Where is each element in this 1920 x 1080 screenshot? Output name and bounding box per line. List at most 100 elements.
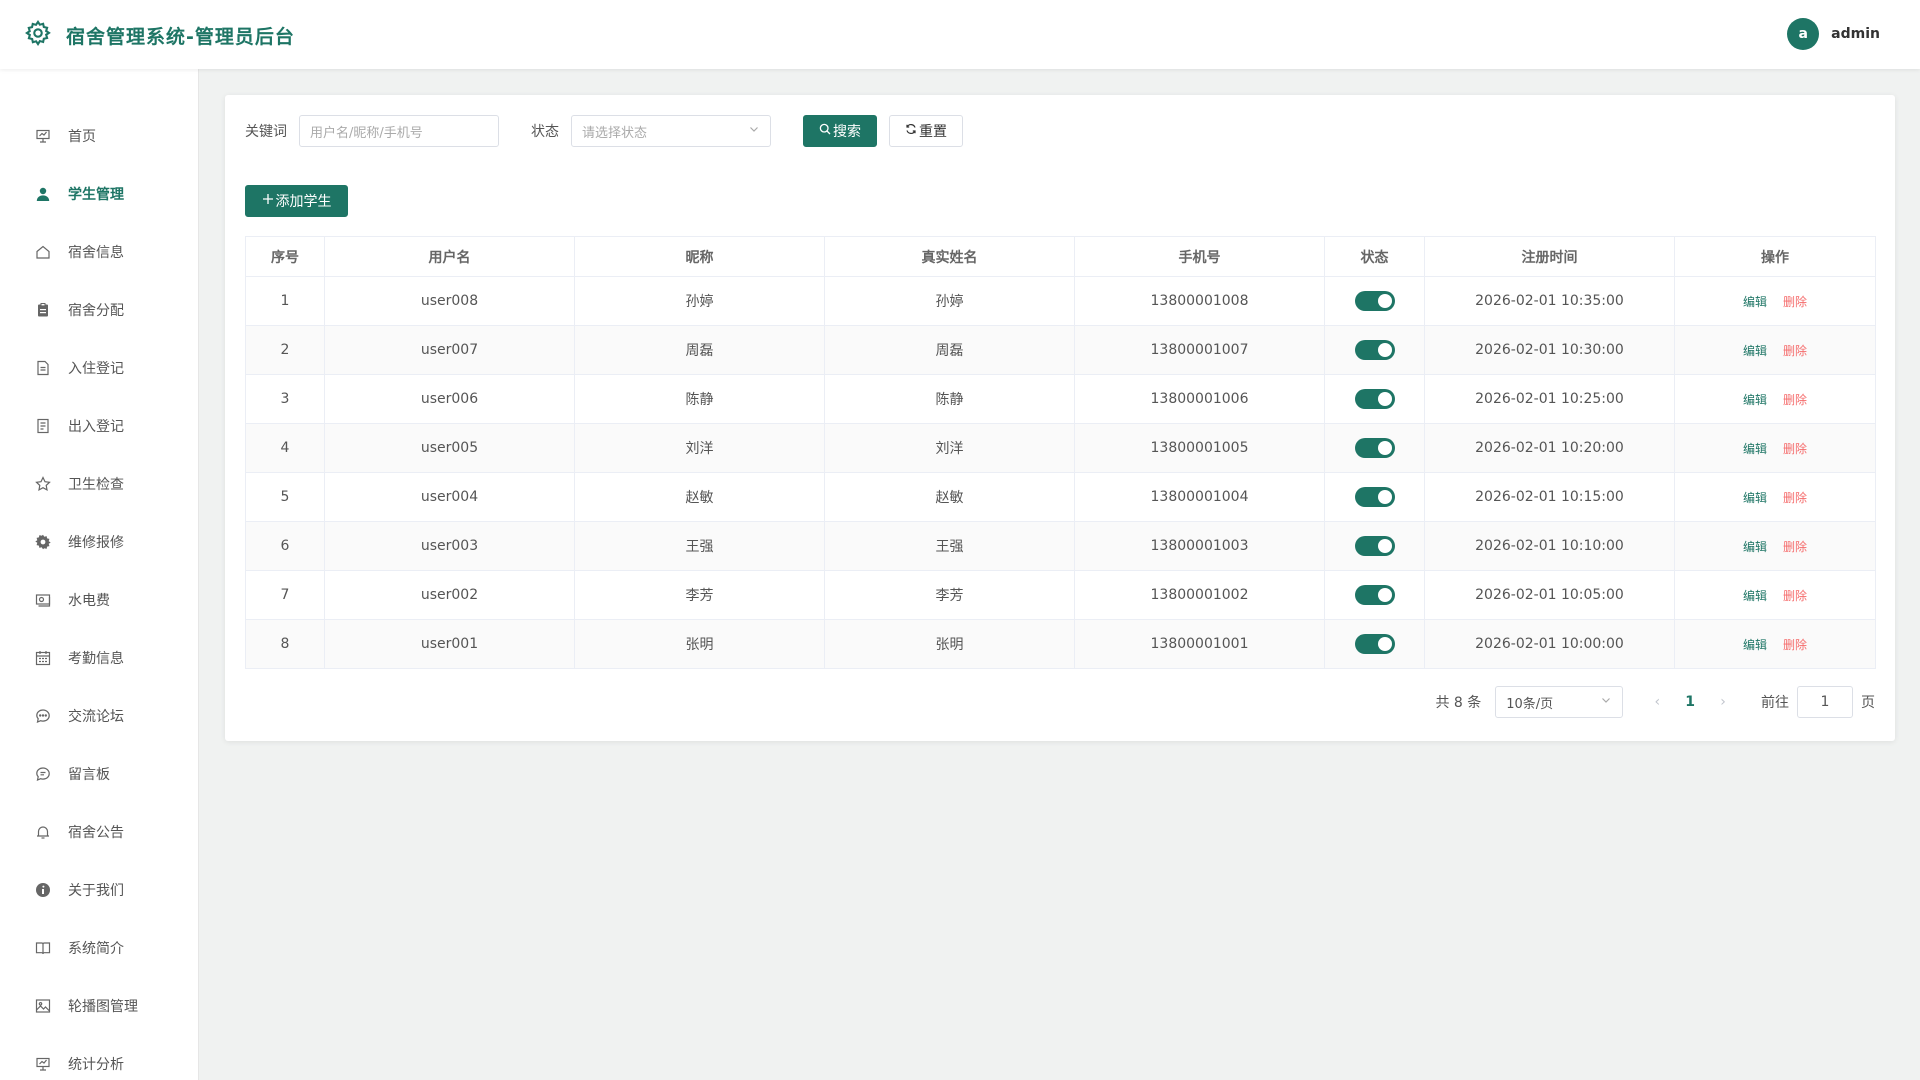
cell-index: 5 xyxy=(245,472,325,522)
cell-phone: 13800001005 xyxy=(1074,423,1325,473)
table-row: 8 user001 张明 张明 13800001001 2026-02-01 10:00:… xyxy=(245,619,1876,669)
reset-button[interactable]: 重置 xyxy=(889,115,963,147)
status-select[interactable]: 请选择状态 xyxy=(571,115,771,147)
delete-link[interactable]: 删除 xyxy=(1783,491,1807,505)
sidebar-item-label: 卫生检查 xyxy=(68,477,124,493)
edit-link[interactable]: 编辑 xyxy=(1743,393,1767,407)
cell-phone: 13800001002 xyxy=(1074,570,1325,620)
cell-index: 6 xyxy=(245,521,325,571)
edit-link[interactable]: 编辑 xyxy=(1743,295,1767,309)
page-number-current[interactable]: 1 xyxy=(1685,694,1695,710)
cell-nickname: 赵敏 xyxy=(574,472,825,522)
status-toggle[interactable] xyxy=(1354,634,1395,654)
sidebar-item-students[interactable]: 学生管理 xyxy=(0,174,198,214)
sidebar-item-label: 统计分析 xyxy=(68,1057,124,1073)
avatar[interactable]: a xyxy=(1787,18,1820,50)
edit-link[interactable]: 编辑 xyxy=(1743,491,1767,505)
status-toggle[interactable] xyxy=(1354,389,1395,409)
keyword-label: 关键词 xyxy=(245,124,287,140)
cell-realname: 王强 xyxy=(824,521,1075,571)
keyword-input[interactable]: 用户名/昵称/手机号 xyxy=(299,115,499,147)
cell-phone: 13800001004 xyxy=(1074,472,1325,522)
goto-page-value: 1 xyxy=(1820,694,1830,710)
sidebar-item-dorm-info[interactable]: 宿舍信息 xyxy=(0,232,198,272)
table-header-row: 序号 用户名 昵称 真实姓名 手机号 状态 注册时间 操作 xyxy=(245,236,1876,277)
search-button[interactable]: 搜索 xyxy=(803,115,877,147)
edit-link[interactable]: 编辑 xyxy=(1743,344,1767,358)
toggle-knob xyxy=(1377,637,1392,651)
student-table: 序号 用户名 昵称 真实姓名 手机号 状态 注册时间 操作 1 user008 孙婷… xyxy=(245,236,1876,669)
sidebar-item-hygiene[interactable]: 卫生检查 xyxy=(0,464,198,504)
user-menu[interactable]: a admin xyxy=(1787,18,1880,50)
delete-link[interactable]: 删除 xyxy=(1783,344,1807,358)
cell-registered: 2026-02-01 10:25:00 xyxy=(1424,374,1675,424)
column-header: 手机号 xyxy=(1074,236,1325,277)
cell-registered: 2026-02-01 10:00:00 xyxy=(1424,619,1675,669)
chat-lines-icon xyxy=(34,765,52,783)
status-toggle[interactable] xyxy=(1354,291,1395,311)
sidebar-item-message-board[interactable]: 留言板 xyxy=(0,754,198,794)
delete-link[interactable]: 删除 xyxy=(1783,540,1807,554)
column-header: 真实姓名 xyxy=(824,236,1075,277)
cell-realname: 陈静 xyxy=(824,374,1075,424)
cell-actions: 编辑 删除 xyxy=(1674,521,1876,571)
page-size-select[interactable]: 10条/页 xyxy=(1495,686,1624,718)
chevron-down-icon xyxy=(748,123,760,139)
sidebar-item-dorm-allocation[interactable]: 宿舍分配 xyxy=(0,290,198,330)
sidebar-item-repair[interactable]: 维修报修 xyxy=(0,522,198,562)
cell-phone: 13800001001 xyxy=(1074,619,1325,669)
sidebar-item-label: 交流论坛 xyxy=(68,709,124,725)
cell-status xyxy=(1324,276,1425,326)
cell-realname: 刘洋 xyxy=(824,423,1075,473)
cell-status xyxy=(1324,472,1425,522)
user-icon xyxy=(34,185,52,203)
add-student-button[interactable]: 添加学生 xyxy=(245,185,348,217)
sidebar-item-announcements[interactable]: 宿舍公告 xyxy=(0,812,198,852)
delete-link[interactable]: 删除 xyxy=(1783,638,1807,652)
delete-link[interactable]: 删除 xyxy=(1783,393,1807,407)
toggle-knob xyxy=(1377,392,1392,406)
sidebar-item-forum[interactable]: 交流论坛 xyxy=(0,696,198,736)
gear-icon xyxy=(34,533,52,551)
sidebar-item-system-intro[interactable]: 系统简介 xyxy=(0,928,198,968)
delete-link[interactable]: 删除 xyxy=(1783,295,1807,309)
next-page-icon[interactable]: › xyxy=(1713,694,1733,710)
plus-icon xyxy=(262,193,276,209)
sidebar-item-label: 关于我们 xyxy=(68,883,124,899)
search-button-label: 搜索 xyxy=(833,124,861,140)
delete-link[interactable]: 删除 xyxy=(1783,442,1807,456)
cell-index: 7 xyxy=(245,570,325,620)
cell-status xyxy=(1324,374,1425,424)
add-student-label: 添加学生 xyxy=(275,194,332,210)
cell-actions: 编辑 删除 xyxy=(1674,374,1876,424)
status-toggle[interactable] xyxy=(1354,438,1395,458)
toggle-knob xyxy=(1377,343,1392,357)
cell-phone: 13800001006 xyxy=(1074,374,1325,424)
status-toggle[interactable] xyxy=(1354,487,1395,507)
edit-link[interactable]: 编辑 xyxy=(1743,589,1767,603)
delete-link[interactable]: 删除 xyxy=(1783,589,1807,603)
status-toggle[interactable] xyxy=(1354,340,1395,360)
sidebar-item-about[interactable]: 关于我们 xyxy=(0,870,198,910)
edit-link[interactable]: 编辑 xyxy=(1743,442,1767,456)
sidebar-item-label: 学生管理 xyxy=(68,187,124,203)
filter-bar: 关键词 用户名/昵称/手机号 状态 请选择状态 搜索 重置 xyxy=(245,115,1445,147)
status-toggle[interactable] xyxy=(1354,585,1395,605)
sidebar-item-statistics[interactable]: 统计分析 xyxy=(0,1044,198,1080)
cell-index: 1 xyxy=(245,276,325,326)
goto-page-input[interactable]: 1 xyxy=(1797,686,1853,718)
sidebar-item-utilities[interactable]: 水电费 xyxy=(0,580,198,620)
prev-page-icon[interactable]: ‹ xyxy=(1647,694,1667,710)
cell-status xyxy=(1324,570,1425,620)
gear-icon xyxy=(24,19,52,51)
sidebar-item-attendance[interactable]: 考勤信息 xyxy=(0,638,198,678)
sidebar-item-home[interactable]: 首页 xyxy=(0,116,198,156)
edit-link[interactable]: 编辑 xyxy=(1743,540,1767,554)
username[interactable]: admin xyxy=(1831,26,1880,42)
sidebar-item-carousel[interactable]: 轮播图管理 xyxy=(0,986,198,1026)
sidebar-item-check-in[interactable]: 入住登记 xyxy=(0,348,198,388)
sidebar-item-access-log[interactable]: 出入登记 xyxy=(0,406,198,446)
status-toggle[interactable] xyxy=(1354,536,1395,556)
search-icon xyxy=(819,123,833,139)
edit-link[interactable]: 编辑 xyxy=(1743,638,1767,652)
